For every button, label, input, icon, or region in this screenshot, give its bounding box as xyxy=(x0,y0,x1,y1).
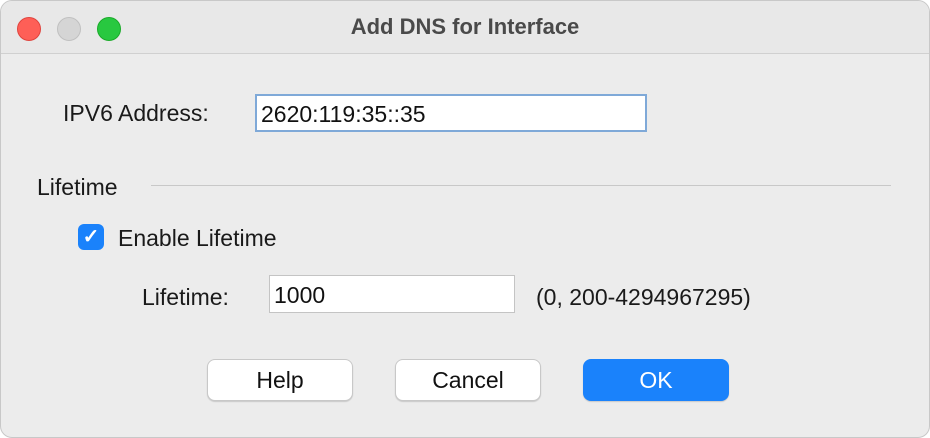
lifetime-range-hint: (0, 200-4294967295) xyxy=(536,284,751,310)
zoom-button[interactable] xyxy=(97,17,121,41)
ipv6-address-input[interactable]: 2620:119:35::35 xyxy=(255,94,647,132)
minimize-button[interactable] xyxy=(57,17,81,41)
cancel-button[interactable]: Cancel xyxy=(395,359,541,401)
ipv6-label: IPV6 Address: xyxy=(63,100,209,126)
lifetime-label: Lifetime: xyxy=(142,284,229,310)
window-title: Add DNS for Interface xyxy=(350,14,580,39)
ok-button[interactable]: OK xyxy=(583,359,729,401)
lifetime-section-title: Lifetime xyxy=(37,174,118,200)
checkmark-icon: ✓ xyxy=(82,226,100,248)
section-divider xyxy=(151,185,891,186)
help-button[interactable]: Help xyxy=(207,359,353,401)
close-button[interactable] xyxy=(17,17,41,41)
enable-lifetime-checkbox[interactable]: ✓ xyxy=(78,224,104,250)
lifetime-input[interactable]: 1000 xyxy=(269,275,515,313)
title-bar: Add DNS for Interface xyxy=(1,1,929,54)
dialog-window: Add DNS for Interface IPV6 Address: 2620… xyxy=(0,0,930,438)
enable-lifetime-label[interactable]: Enable Lifetime xyxy=(118,225,277,252)
